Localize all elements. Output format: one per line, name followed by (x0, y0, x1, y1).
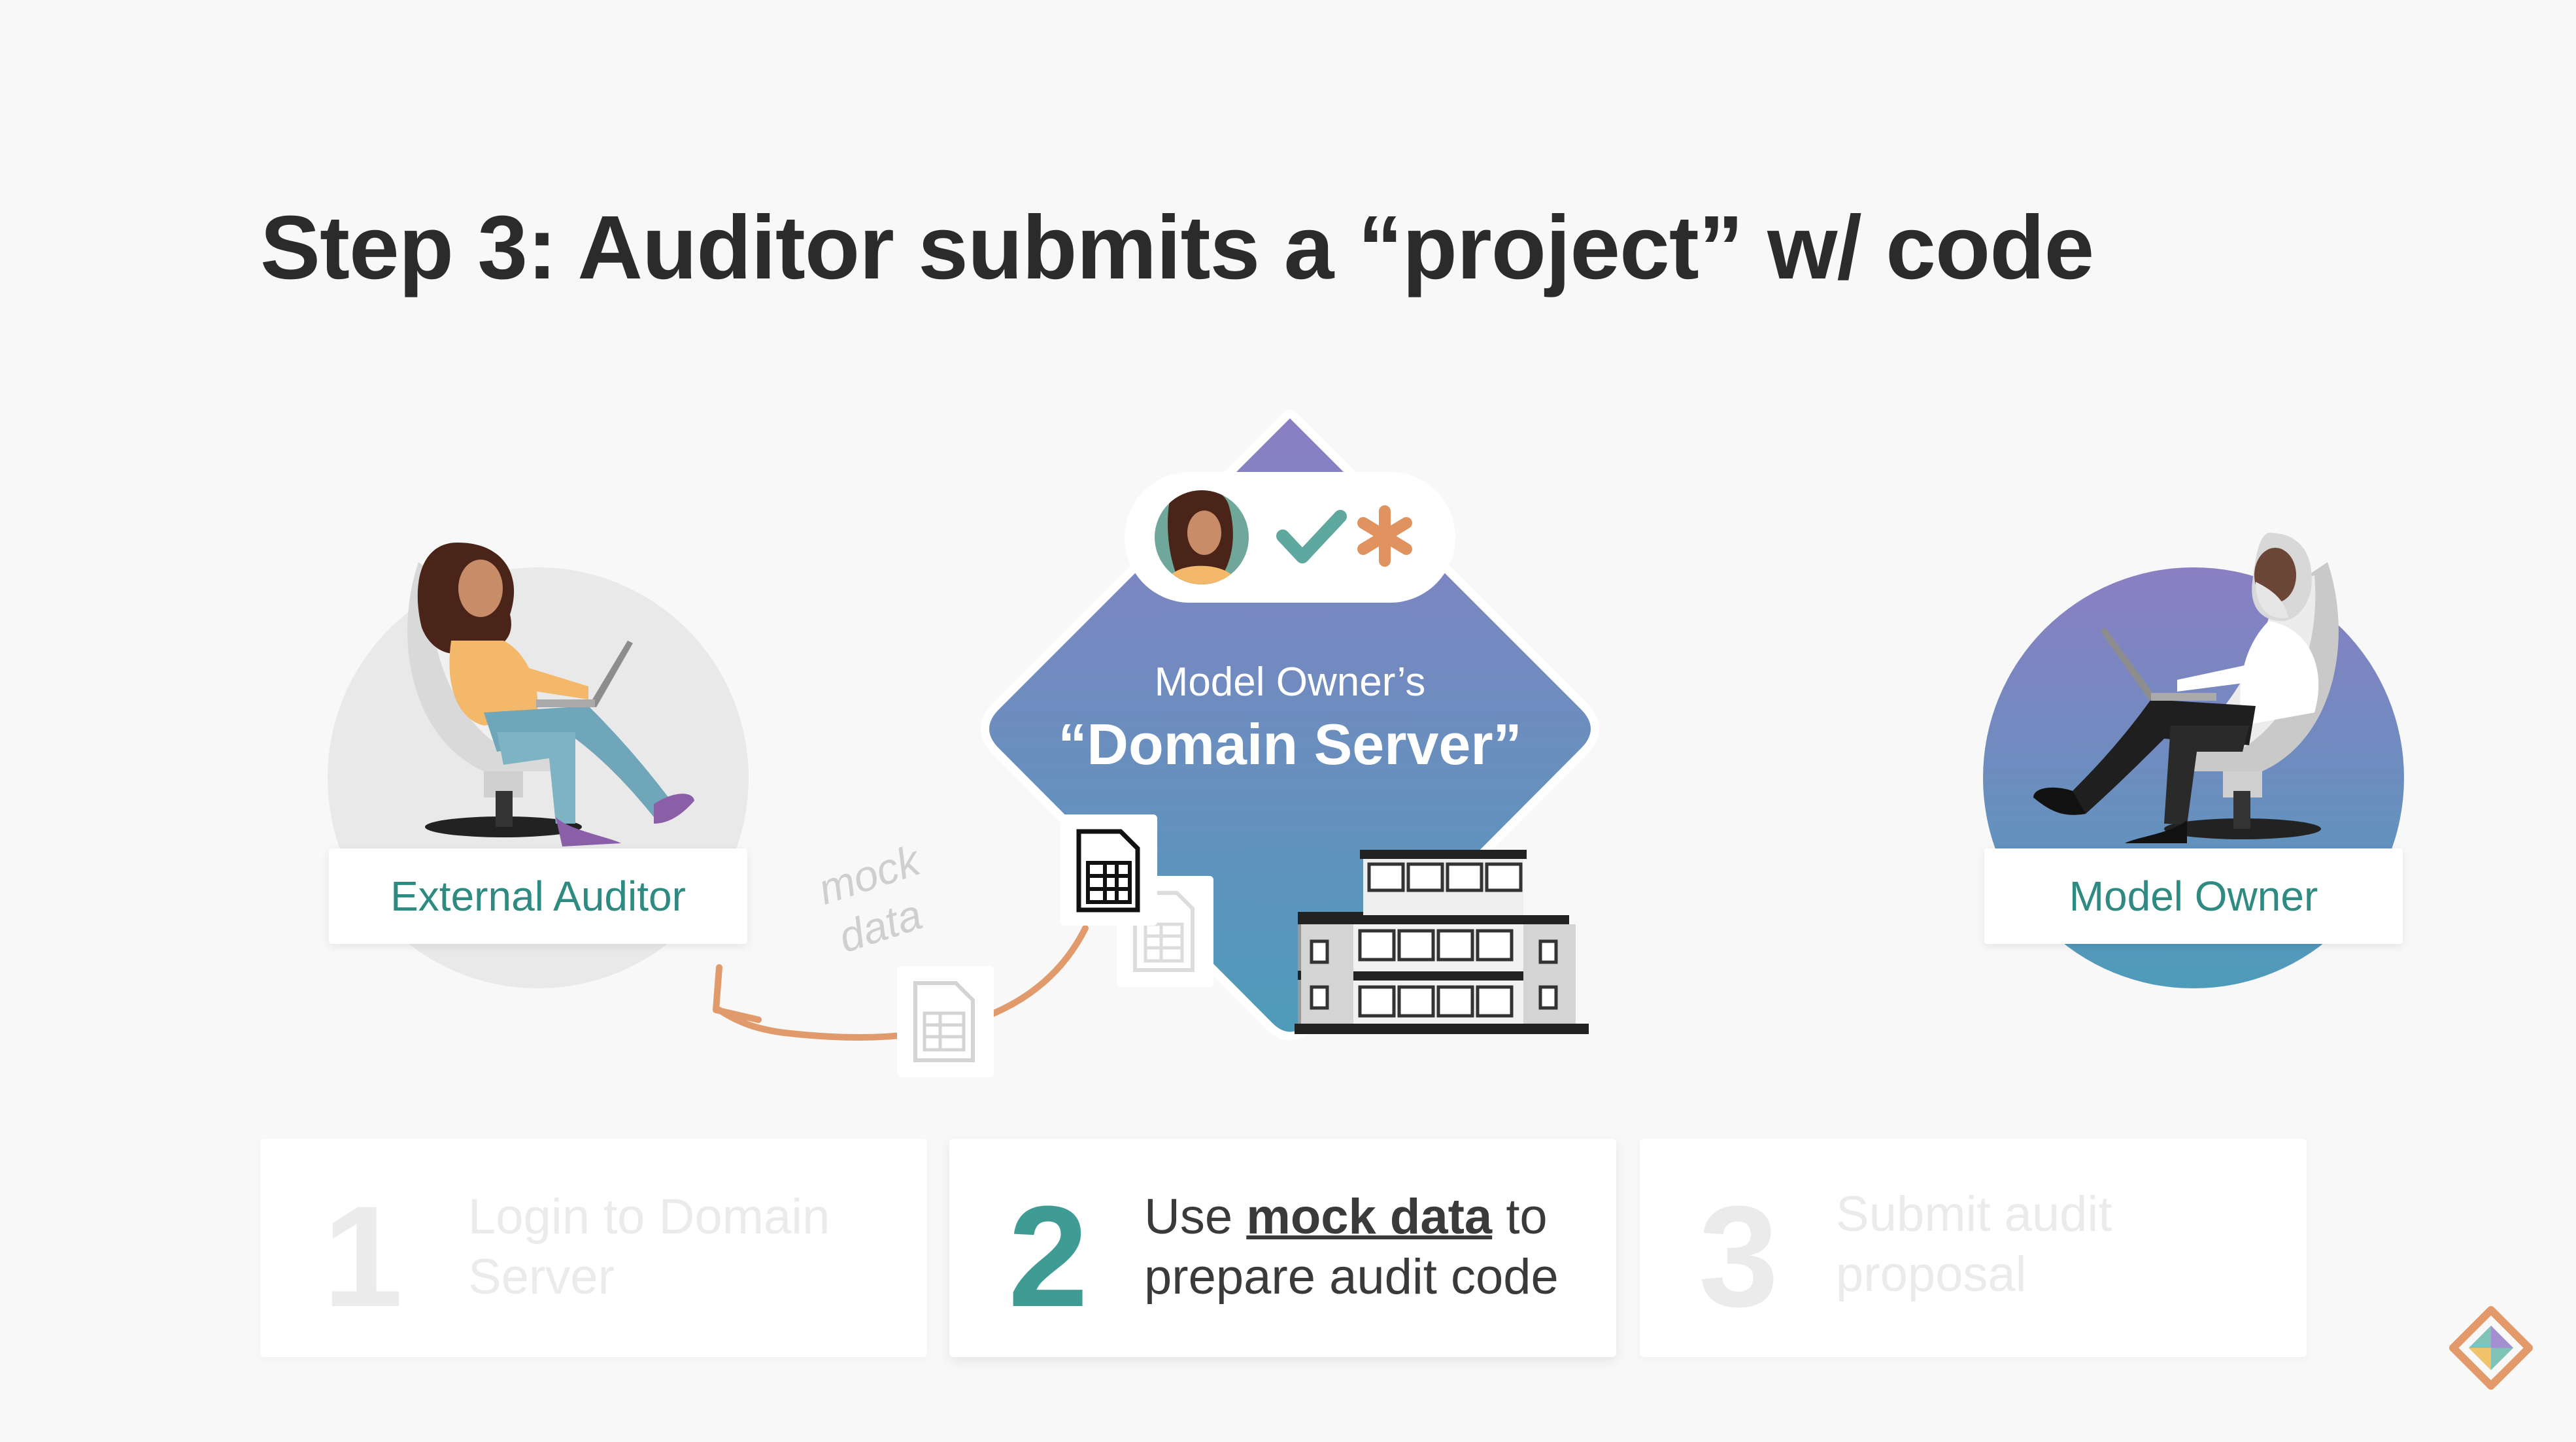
step-label-line1: Login to Domain (468, 1189, 830, 1245)
spreadsheet-icon (1060, 814, 1157, 926)
step-label-line1: Use mock data to (1144, 1189, 1548, 1245)
step-number: 3 (1699, 1176, 1779, 1337)
spreadsheet-icon (897, 966, 994, 1077)
step-number: 2 (1008, 1176, 1089, 1337)
step-card-1[interactable]: 1 Login to Domain Server (260, 1139, 927, 1357)
step-card-3[interactable]: 3 Submit audit proposal (1640, 1139, 2307, 1357)
server-owner-label: Model Owner’s (1154, 660, 1426, 705)
external-auditor-label: External Auditor (329, 848, 747, 944)
auditor-approval-pill (1125, 472, 1455, 603)
step-number: 1 (323, 1176, 403, 1337)
page-title: Step 3: Auditor submits a “project” w/ c… (260, 197, 2094, 298)
step-label-line2: Server (468, 1249, 615, 1305)
arrow-head (713, 964, 762, 1023)
model-owner-label: Model Owner (1984, 848, 2403, 944)
server-title: “Domain Server” (1058, 712, 1522, 777)
step-label-line2: prepare audit code (1144, 1249, 1559, 1305)
step-card-2[interactable]: 2 Use mock data to prepare audit code (949, 1139, 1616, 1357)
logo-icon (2449, 1306, 2533, 1390)
step-label-line2: proposal (1836, 1247, 2027, 1302)
step-label-line1: Submit audit (1836, 1186, 2112, 1242)
mock-data-link: mock data (1246, 1189, 1493, 1245)
